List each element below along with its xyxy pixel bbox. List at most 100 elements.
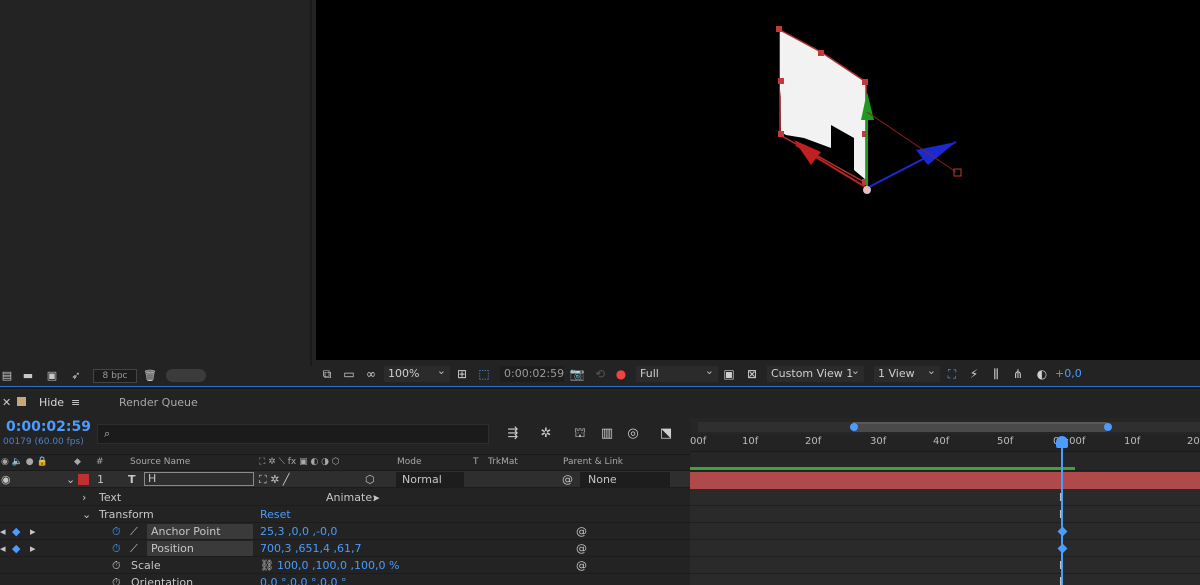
keyframe-icon[interactable]: ◆ [12,542,20,555]
motion-blur-icon[interactable]: ◎ [623,425,643,443]
layer-search-input[interactable]: ⌕ [97,424,489,444]
mask-visibility-icon[interactable]: ∞ [363,366,379,382]
navigator-start-handle[interactable] [850,423,858,431]
orientation-row[interactable]: ⏱ Orientation 0,0 °,0,0 °,0,0 ° [0,574,690,585]
interpret-footage-icon[interactable]: ▤ [0,369,14,382]
tab-hide[interactable]: Hide [39,396,64,409]
collapse-transform-icon[interactable]: ⌄ [82,508,91,521]
timeline-timecode[interactable]: 0:00:02:59 [6,419,91,435]
comp-flowchart-icon[interactable]: ⇶ [503,425,523,443]
close-tab-icon[interactable]: ✕ [2,396,11,409]
av-features-icons[interactable]: ◉ 🔈 ● 🔒 [1,457,48,467]
time-navigator-range[interactable] [853,422,1107,432]
snapshot-icon[interactable]: 📷 [569,366,585,382]
work-area-bar[interactable] [690,467,1075,470]
shy-layers-icon[interactable]: ⛫ [570,425,590,443]
current-time-indicator-head[interactable] [1056,436,1068,448]
3d-renderer-icon[interactable]: ⚡ [966,366,982,382]
expand-text-icon[interactable]: › [82,491,86,504]
stopwatch-icon[interactable]: ⏱ [112,525,121,539]
prev-keyframe-icon[interactable]: ◂ [0,525,6,538]
project-bit-depth[interactable]: 8 bpc [93,369,137,383]
orientation-value[interactable]: 0,0 °,0,0 °,0,0 ° [260,576,346,585]
column-mode[interactable]: Mode [397,457,422,467]
monitor-icon[interactable]: ▭ [341,366,357,382]
grid-icon[interactable]: ⊞ [454,366,470,382]
render-icon[interactable]: ➶ [69,369,83,382]
anchor-point-row[interactable]: ◂ ◆ ▸ ⏱ ⟋ Anchor Point 25,3 ,0,0 ,-0,0 @ [0,523,690,540]
ruler-tick: 40f [933,436,950,447]
visibility-icon[interactable]: ◉ [1,473,11,486]
column-parent[interactable]: Parent & Link [563,457,623,467]
reset-link[interactable]: Reset [260,508,291,521]
layer-label-color[interactable] [78,474,89,485]
resolution-dropdown[interactable]: Full [636,363,718,382]
scale-value[interactable]: 100,0 ,100,0 ,100,0 % [277,559,399,572]
channel-icon[interactable]: ● [613,366,629,382]
layer-duration-bar[interactable] [690,472,1200,489]
scale-row[interactable]: ⏱ Scale ⛓ 100,0 ,100,0 ,100,0 % @ [0,557,690,574]
composition-viewer[interactable] [316,0,1200,360]
text-group-row[interactable]: › Text Animate: ▸ [0,489,690,506]
flowchart-icon[interactable]: ⋔ [1010,366,1026,382]
timeline-icon[interactable]: ⫼ [988,366,1004,382]
show-snapshot-icon[interactable]: ⟲ [592,366,608,382]
draft-3d-toggle-icon[interactable]: ✲ [536,425,556,443]
graph-editor-icon[interactable]: ⬔ [656,425,676,443]
next-keyframe-icon[interactable]: ▸ [30,525,36,538]
draft-3d-icon[interactable]: ⛶ [944,366,960,382]
layer-name-field[interactable]: H [144,472,254,486]
transparency-grid-icon[interactable]: ⊠ [744,366,760,382]
keyframe-icon[interactable]: ◆ [12,525,20,538]
trash-icon[interactable]: 🗑 [143,369,157,382]
text-layer-icon: T [128,473,136,486]
time-ruler[interactable]: 00f 10f 20f 30f 40f 50f 03:00f 10f 20f [690,434,1200,452]
stopwatch-icon[interactable]: ⏱ [112,542,121,556]
timeline-graph[interactable]: 00f 10f 20f 30f 40f 50f 03:00f 10f 20f I… [690,418,1200,585]
column-trkmat[interactable]: TrkMat [488,457,518,467]
exposure-value[interactable]: +0,0 [1055,366,1082,382]
position-value[interactable]: 700,3 ,651,4 ,61,7 [260,542,361,555]
ruler-tick: 10f [742,436,759,447]
label-column-icon[interactable]: ◆ [74,457,81,467]
zoom-dropdown[interactable]: 100% [384,363,450,382]
anchor-pickwhip-icon[interactable]: @ [576,525,587,538]
prev-keyframe-icon[interactable]: ◂ [0,542,6,555]
column-source-name[interactable]: Source Name [130,457,190,467]
pickwhip-icon[interactable]: @ [562,473,573,486]
project-scrollbar[interactable] [166,369,206,382]
new-composition-icon[interactable]: ▣ [45,369,59,382]
navigator-end-handle[interactable] [1104,423,1112,431]
3d-view-dropdown[interactable]: Custom View 1 [767,363,864,382]
anchor-point-value[interactable]: 25,3 ,0,0 ,-0,0 [260,525,337,538]
layer-switches[interactable]: ⛶ ✲ ╱ [259,473,290,487]
constrain-link-icon[interactable]: ⛓ [260,559,274,572]
blend-mode-dropdown[interactable]: Normal [396,472,464,487]
transform-group-row[interactable]: ⌄ Transform Reset [0,506,690,523]
new-folder-icon[interactable]: ▬ [21,369,35,382]
position-pickwhip-icon[interactable]: @ [576,542,587,555]
stopwatch-icon[interactable]: ⏱ [112,576,121,585]
position-row[interactable]: ◂ ◆ ▸ ⏱ ⟋ Position 700,3 ,651,4 ,61,7 @ [0,540,690,557]
parent-dropdown[interactable]: None [580,472,670,487]
track-row [690,574,1200,585]
tab-menu-icon[interactable]: ≡ [71,396,80,409]
graph-icon[interactable]: ⟋ [130,542,138,556]
stopwatch-icon[interactable]: ⏱ [112,559,121,573]
next-keyframe-icon[interactable]: ▸ [30,542,36,555]
panel-divider[interactable] [0,386,1200,389]
viewer-timecode[interactable]: 0:00:02:59 [500,366,564,382]
region-of-interest-icon[interactable]: ⬚ [476,366,492,382]
always-preview-icon[interactable]: ⧉ [319,366,335,382]
layer-row[interactable]: ◉ ⌄ 1 T H ⛶ ✲ ╱ ⬡ Normal @ None [0,471,690,488]
3d-layer-icon[interactable]: ⬡ [365,473,375,486]
animate-menu-icon[interactable]: ▸ [374,491,380,504]
exposure-icon[interactable]: ◐ [1034,366,1050,382]
fast-preview-icon[interactable]: ▣ [721,366,737,382]
scale-pickwhip-icon[interactable]: @ [576,559,587,572]
frame-blending-icon[interactable]: ▥ [597,425,617,443]
tab-render-queue[interactable]: Render Queue [119,396,198,409]
graph-icon[interactable]: ⟋ [130,525,138,539]
view-layout-dropdown[interactable]: 1 View [874,363,940,382]
expand-chevron-icon[interactable]: ⌄ [66,473,75,486]
